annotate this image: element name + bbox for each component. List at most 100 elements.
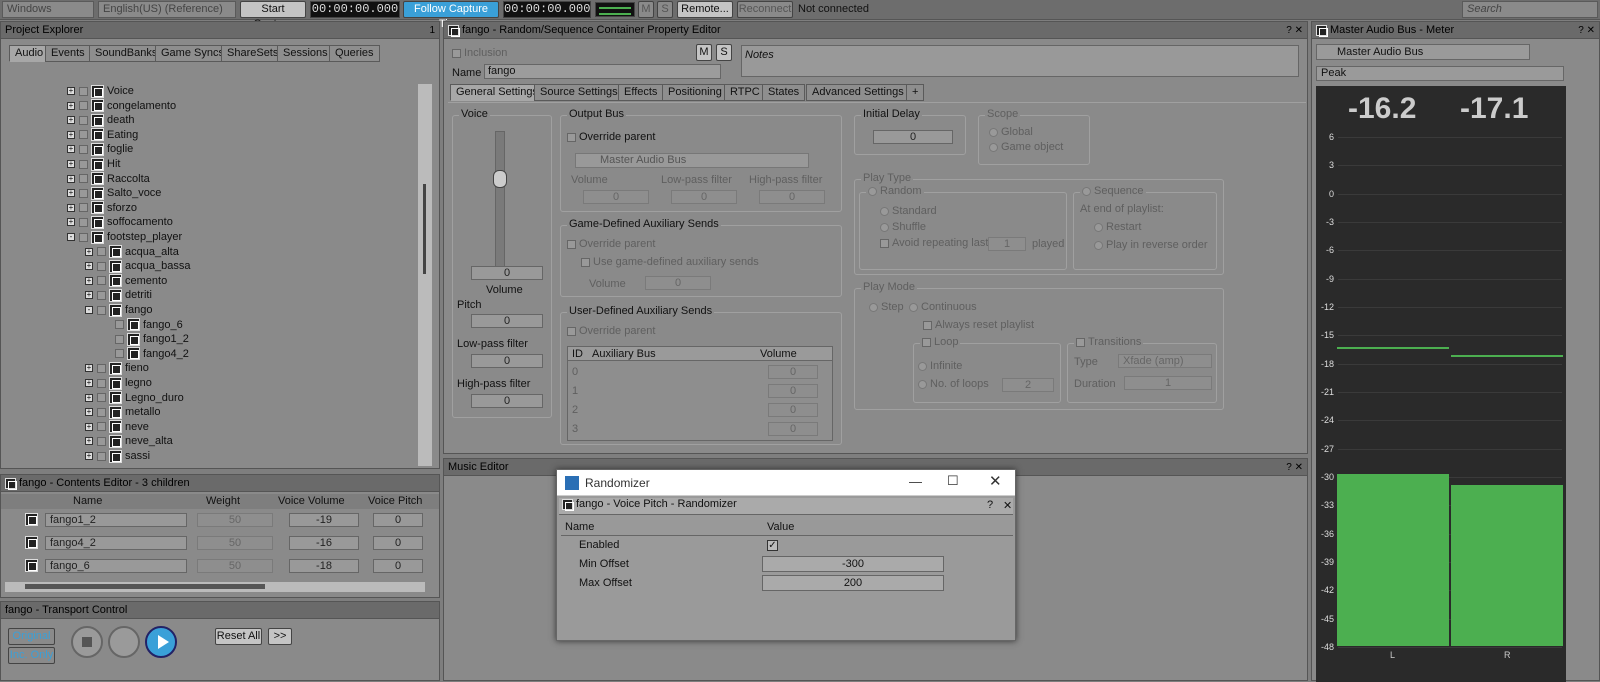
- expand-icon[interactable]: +: [85, 291, 93, 300]
- expand-icon[interactable]: +: [85, 422, 93, 431]
- continuous-radio[interactable]: Continuous: [909, 301, 977, 313]
- stop-button-icon[interactable]: [71, 626, 103, 658]
- row-pitch[interactable]: 0: [373, 513, 423, 527]
- sequence-radio[interactable]: Sequence: [1080, 185, 1146, 197]
- gdas-override-checkbox[interactable]: Override parent: [567, 238, 655, 250]
- tree-item[interactable]: + cemento: [85, 274, 167, 288]
- avoid-field[interactable]: 1: [988, 237, 1026, 251]
- tree-item[interactable]: + death: [67, 113, 135, 127]
- mute-button[interactable]: M: [696, 44, 712, 61]
- tree-item[interactable]: + foglie: [67, 142, 133, 156]
- expand-icon[interactable]: +: [85, 452, 93, 461]
- check-icon[interactable]: [97, 290, 106, 300]
- check-icon[interactable]: [115, 320, 124, 330]
- initial-delay-field[interactable]: 0: [873, 130, 953, 144]
- tab-states[interactable]: States: [762, 84, 806, 101]
- tab-sharesets[interactable]: ShareSets: [221, 45, 285, 62]
- standard-radio[interactable]: Standard: [880, 205, 937, 217]
- row-weight[interactable]: 50: [197, 559, 273, 573]
- pause-button-icon[interactable]: [108, 626, 140, 658]
- expand-icon[interactable]: +: [67, 87, 75, 96]
- loop-checkbox[interactable]: Loop: [920, 336, 961, 348]
- solo-button[interactable]: S: [657, 1, 673, 18]
- tree-item[interactable]: + Raccolta: [67, 172, 150, 186]
- row-name[interactable]: fango1_2: [45, 513, 187, 527]
- explorer-scrollbar[interactable]: [418, 84, 432, 466]
- min-offset-field[interactable]: -300: [762, 556, 944, 572]
- row-pitch[interactable]: 0: [373, 559, 423, 573]
- inner-close-icon[interactable]: ✕: [1003, 499, 1012, 512]
- check-icon[interactable]: [97, 422, 106, 432]
- row-name[interactable]: fango4_2: [45, 536, 187, 550]
- tab-general-settings[interactable]: General Settings: [450, 84, 544, 101]
- expand-icon[interactable]: +: [67, 218, 75, 227]
- table-row[interactable]: fango_6 50 -18 0: [1, 557, 431, 577]
- check-icon[interactable]: [79, 159, 88, 169]
- check-icon[interactable]: [97, 436, 106, 446]
- table-row[interactable]: fango4_2 50 -16 0: [1, 534, 431, 554]
- shuffle-radio[interactable]: Shuffle: [880, 221, 926, 233]
- check-icon[interactable]: [79, 188, 88, 198]
- music-controls-icon[interactable]: ? ✕: [1286, 459, 1303, 476]
- aux-row[interactable]: 20: [568, 401, 832, 419]
- search-input[interactable]: Search: [1462, 1, 1598, 18]
- tab-rtpc[interactable]: RTPC: [724, 84, 766, 101]
- tree-item[interactable]: + congelamento: [67, 99, 176, 113]
- row-weight[interactable]: 50: [197, 513, 273, 527]
- row-pitch[interactable]: 0: [373, 536, 423, 550]
- more-button[interactable]: >>: [268, 628, 292, 645]
- check-icon[interactable]: [79, 144, 88, 154]
- expand-icon[interactable]: +: [85, 364, 93, 373]
- check-icon[interactable]: [79, 86, 88, 96]
- meter-controls-icon[interactable]: ? ✕: [1578, 22, 1595, 39]
- tab-positioning[interactable]: Positioning: [662, 84, 728, 101]
- tab-audio[interactable]: Audio: [9, 45, 50, 62]
- row-volume[interactable]: -16: [289, 536, 359, 550]
- expand-icon[interactable]: +: [85, 379, 93, 388]
- expand-icon[interactable]: +: [67, 145, 75, 154]
- tab-soundbanks[interactable]: SoundBanks: [89, 45, 164, 62]
- aux-volume[interactable]: 0: [768, 422, 818, 436]
- game-object-radio[interactable]: Game object: [989, 141, 1063, 153]
- aux-row[interactable]: 30: [568, 420, 832, 438]
- aux-volume[interactable]: 0: [768, 403, 818, 417]
- solo-button[interactable]: S: [716, 44, 732, 61]
- use-gdas-checkbox[interactable]: Use game-defined auxiliary sends: [581, 256, 759, 268]
- tree-item[interactable]: + neve: [85, 420, 149, 434]
- notes-input[interactable]: Notes: [741, 45, 1299, 77]
- expand-icon[interactable]: +: [67, 116, 75, 125]
- play-button-icon[interactable]: [145, 626, 177, 658]
- check-icon[interactable]: [97, 363, 106, 373]
- aux-volume[interactable]: 0: [768, 384, 818, 398]
- name-input[interactable]: fango: [484, 64, 721, 79]
- expand-icon[interactable]: +: [85, 408, 93, 417]
- enabled-checkbox[interactable]: ✓: [767, 540, 778, 551]
- check-icon[interactable]: [79, 174, 88, 184]
- tree-item[interactable]: + Salto_voce: [67, 186, 161, 200]
- tab-source-settings[interactable]: Source Settings: [534, 84, 624, 101]
- expand-icon[interactable]: +: [67, 130, 75, 139]
- inclusion-checkbox[interactable]: Inclusion: [452, 47, 507, 59]
- tree-item[interactable]: + Voice: [67, 84, 134, 98]
- tab-queries[interactable]: Queries: [329, 45, 380, 62]
- ob-hpf-field[interactable]: 0: [759, 190, 825, 204]
- reset-all-button[interactable]: Reset All: [215, 628, 262, 645]
- tab-effects[interactable]: Effects: [618, 84, 664, 101]
- tree-item[interactable]: + acqua_bassa: [85, 259, 190, 273]
- tree-item[interactable]: fango4_2: [103, 347, 189, 361]
- expand-icon[interactable]: +: [67, 189, 75, 198]
- check-icon[interactable]: [79, 130, 88, 140]
- no-loops-radio[interactable]: No. of loops: [918, 378, 989, 390]
- check-icon[interactable]: [79, 203, 88, 213]
- lpf-field[interactable]: 0: [471, 354, 543, 368]
- check-icon[interactable]: [97, 378, 106, 388]
- row-name[interactable]: fango_6: [45, 559, 187, 573]
- expand-icon[interactable]: +: [67, 203, 75, 212]
- expand-icon[interactable]: +: [85, 276, 93, 285]
- expand-icon[interactable]: +: [67, 174, 75, 183]
- ob-volume-field[interactable]: 0: [583, 190, 649, 204]
- tab--[interactable]: +: [906, 84, 925, 101]
- tree-item[interactable]: + fieno: [85, 361, 149, 375]
- check-icon[interactable]: [97, 451, 106, 461]
- original-button[interactable]: Original: [8, 628, 55, 645]
